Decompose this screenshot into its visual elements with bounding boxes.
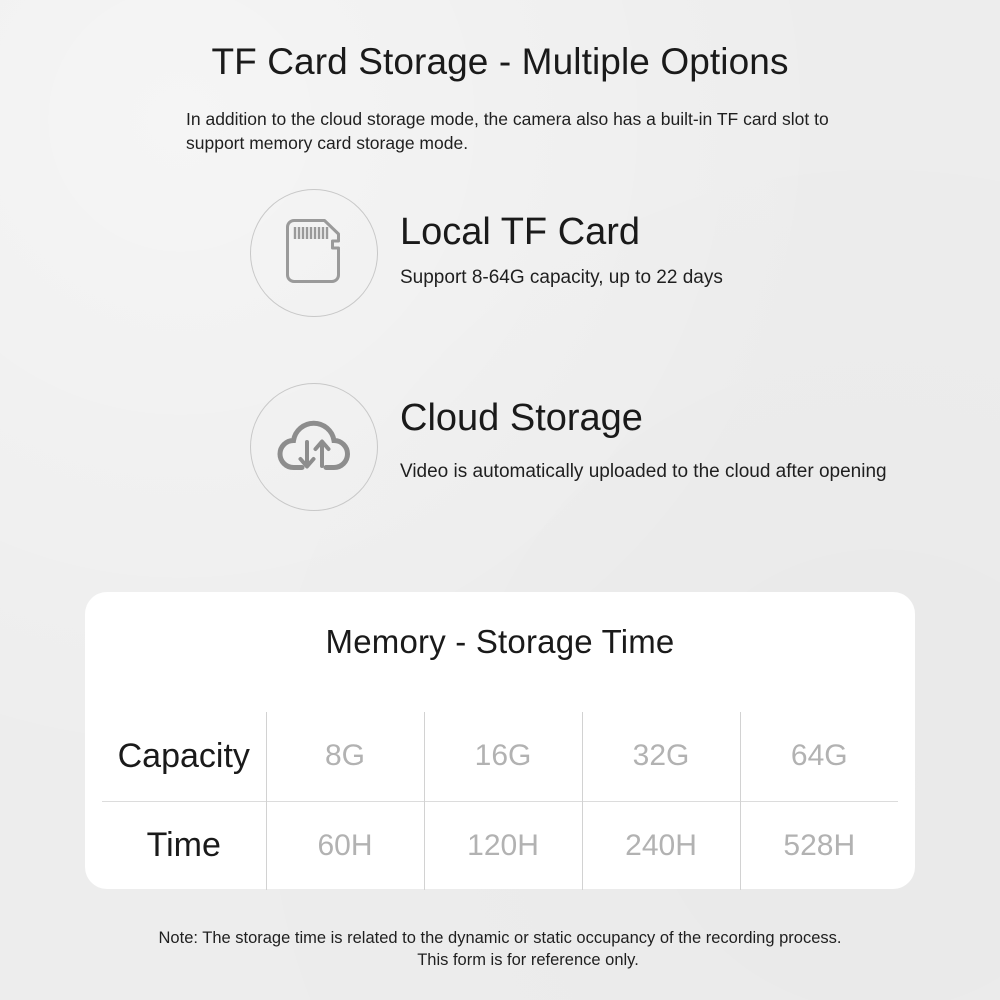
feature-text: Local TF Card Support 8-64G capacity, up… <box>400 189 940 289</box>
feature-description: Support 8-64G capacity, up to 22 days <box>400 266 723 288</box>
table-title: Memory - Storage Time <box>325 623 675 660</box>
feature-icon-ring <box>250 383 378 511</box>
row-label-capacity: Capacity <box>117 736 250 775</box>
microsd-card-icon <box>286 217 342 290</box>
feature-cloud-storage: Cloud Storage Video is automatically upl… <box>250 383 950 511</box>
table-note: Note: The storage time is related to the… <box>0 928 1000 972</box>
cell-capacity-64g: 64G <box>739 712 898 801</box>
cell-time-60h: 60H <box>265 800 424 890</box>
cloud-sync-icon <box>276 414 352 481</box>
row-label-time: Time <box>102 800 266 890</box>
memory-storage-table: Capacity 8G 16G 32G 64G Time 60H 120H 24… <box>102 712 898 890</box>
feature-text: Cloud Storage Video is automatically upl… <box>400 383 940 483</box>
feature-icon-ring <box>250 189 378 317</box>
cell-capacity-8g: 8G <box>265 712 424 801</box>
cell-time-120h: 120H <box>423 800 582 890</box>
note-line-1: Note: The storage time is related to the… <box>158 929 842 947</box>
table-row: Capacity 8G 16G 32G 64G <box>102 712 898 801</box>
table-row: Time 60H 120H 240H 528H <box>102 800 898 890</box>
cell-capacity-32g: 32G <box>581 712 740 801</box>
feature-local-tf-card: Local TF Card Support 8-64G capacity, up… <box>250 189 950 317</box>
page-title: TF Card Storage - Multiple Options <box>211 41 789 82</box>
cell-time-240h: 240H <box>581 800 740 890</box>
page-subtitle: In addition to the cloud storage mode, t… <box>186 109 829 153</box>
feature-title: Local TF Card <box>400 211 641 253</box>
feature-description: Video is automatically uploaded to the c… <box>400 460 887 482</box>
note-line-2: This form is for reference only. <box>417 950 639 969</box>
cell-time-528h: 528H <box>739 800 898 890</box>
cell-capacity-16g: 16G <box>423 712 582 801</box>
memory-storage-table-card: Memory - Storage Time Capacity 8G 16G 32… <box>85 592 915 890</box>
feature-title: Cloud Storage <box>400 397 643 439</box>
